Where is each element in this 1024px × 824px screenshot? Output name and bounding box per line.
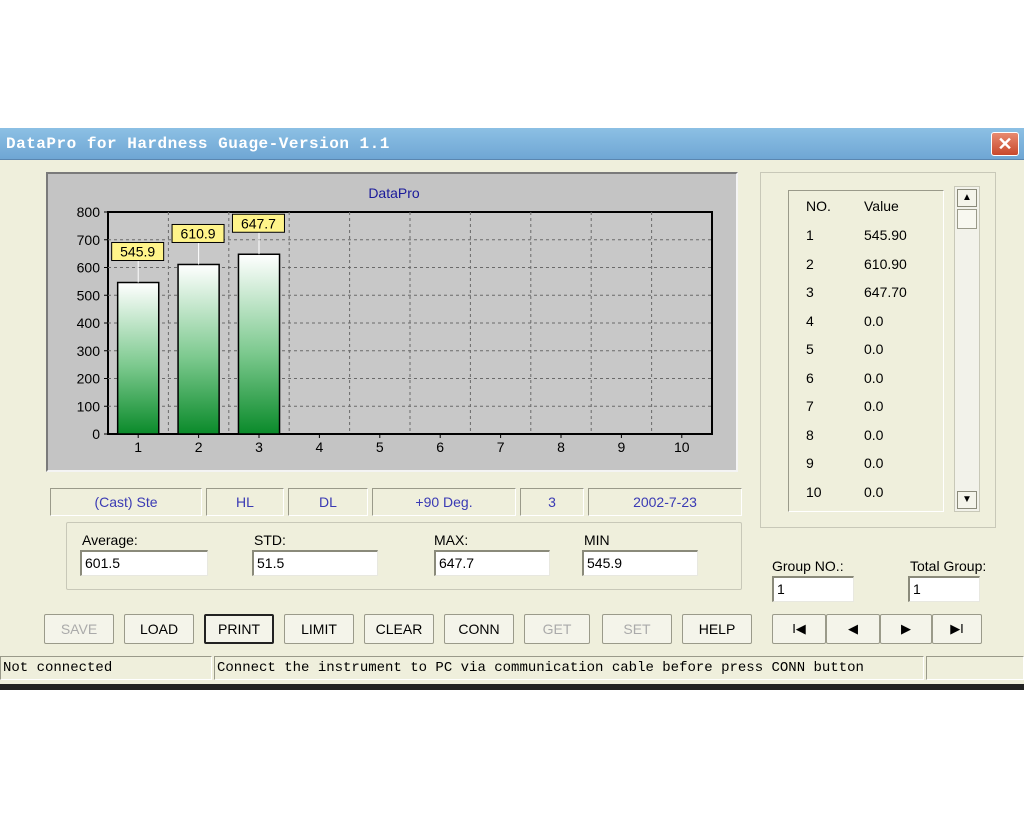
group-no-input[interactable]: 1: [772, 576, 854, 602]
table-cell-no: 8: [806, 426, 814, 443]
help-button[interactable]: HELP: [682, 614, 752, 644]
table-cell-value: 0.0: [864, 455, 884, 471]
table-cell-value: 0.0: [864, 312, 884, 329]
y-tick-label: 700: [77, 232, 101, 248]
average-value: 601.5: [80, 550, 208, 576]
table-cell-value: 0.0: [864, 426, 884, 443]
next-record-button[interactable]: ▶: [880, 614, 932, 644]
data-label: 545.9: [120, 244, 155, 260]
prev-record-button[interactable]: ◀: [826, 614, 880, 644]
print-button[interactable]: PRINT: [204, 614, 274, 644]
status-connection: Not connected: [0, 656, 212, 680]
table-cell-no: 10: [806, 483, 822, 500]
min-value: 545.9: [582, 550, 698, 576]
window-title: DataPro for Hardness Guage-Version 1.1: [6, 135, 390, 153]
table-cell-no: 7: [806, 398, 814, 414]
table-cell-value: 0.0: [864, 369, 884, 386]
table-cell-value: 0.0: [864, 398, 884, 414]
std-value: 51.5: [252, 550, 378, 576]
count-field: 3: [520, 488, 584, 516]
x-tick-label: 1: [134, 439, 142, 455]
y-tick-label: 0: [92, 426, 100, 442]
x-tick-label: 2: [195, 439, 203, 455]
x-tick-label: 6: [436, 439, 444, 455]
date-field: 2002-7-23: [588, 488, 742, 516]
limit-button[interactable]: LIMIT: [284, 614, 354, 644]
scroll-thumb[interactable]: [957, 209, 977, 229]
x-tick-label: 5: [376, 439, 384, 455]
status-extra: [926, 656, 1024, 680]
x-tick-label: 3: [255, 439, 263, 455]
table-header-value: Value: [864, 198, 899, 214]
close-button[interactable]: ✕: [991, 132, 1019, 156]
table-cell-value: 647.70: [864, 284, 907, 300]
scale1-field: HL: [206, 488, 284, 516]
std-label: STD:: [254, 532, 286, 548]
scroll-up-icon[interactable]: ▲: [957, 189, 977, 207]
average-label: Average:: [82, 532, 138, 548]
table-header-no: NO.: [806, 198, 831, 214]
bar-chart: 0 100 200 300 400 500 600 700 800 1 2 3 4 5 6 7 8 9 10 545.…: [77, 185, 713, 455]
table-cell-value: 0.0: [864, 483, 884, 500]
data-label: 610.9: [181, 225, 216, 241]
material-field: (Cast) Ste: [50, 488, 202, 516]
status-message: Connect the instrument to PC via communi…: [214, 656, 924, 680]
save-button[interactable]: SAVE: [44, 614, 114, 644]
conn-button[interactable]: CONN: [444, 614, 514, 644]
x-tick-label: 8: [557, 439, 565, 455]
scroll-down-icon[interactable]: ▼: [957, 491, 977, 509]
clear-button[interactable]: CLEAR: [364, 614, 434, 644]
group-no-label: Group NO.:: [772, 558, 844, 574]
min-label: MIN: [584, 532, 610, 548]
scale2-field: DL: [288, 488, 368, 516]
bar: [177, 263, 220, 435]
table-cell-no: 6: [806, 369, 814, 386]
y-tick-label: 400: [77, 315, 101, 331]
table-cell-no: 1: [806, 227, 814, 243]
y-tick-label: 200: [77, 371, 101, 387]
get-button[interactable]: GET: [524, 614, 590, 644]
bar: [237, 253, 281, 435]
y-tick-label: 100: [77, 398, 101, 414]
table-cell-no: 5: [806, 341, 814, 357]
table-cell-value: 0.0: [864, 341, 884, 357]
max-value: 647.7: [434, 550, 550, 576]
table-cell-no: 2: [806, 255, 814, 272]
first-record-button[interactable]: I◀: [772, 614, 826, 644]
table-cell-no: 9: [806, 455, 814, 471]
x-tick-label: 7: [497, 439, 505, 455]
table-cell-no: 4: [806, 312, 814, 329]
chart-panel: 0 100 200 300 400 500 600 700 800 1 2 3 4 5 6 7 8 9 10 545.…: [46, 172, 738, 472]
load-button[interactable]: LOAD: [124, 614, 194, 644]
y-tick-label: 800: [77, 204, 101, 220]
x-tick-label: 9: [618, 439, 626, 455]
data-label: 647.7: [241, 215, 276, 231]
last-record-button[interactable]: ▶I: [932, 614, 982, 644]
x-tick-label: 10: [674, 439, 690, 455]
chart-title: DataPro: [368, 185, 420, 201]
set-button[interactable]: SET: [602, 614, 672, 644]
table-cell-no: 3: [806, 284, 814, 300]
total-group-label: Total Group:: [910, 558, 987, 574]
title-bar[interactable]: DataPro for Hardness Guage-Version 1.1 ✕: [0, 128, 1024, 160]
table-scrollbar[interactable]: ▲ ▼: [954, 186, 980, 512]
max-label: MAX:: [434, 532, 469, 548]
table-cell-value: 610.90: [864, 255, 907, 272]
table-cell-value: 545.90: [864, 227, 907, 243]
total-group-input[interactable]: 1: [908, 576, 980, 602]
y-tick-label: 600: [77, 260, 101, 276]
taskbar-edge: [0, 684, 1024, 690]
x-tick-label: 4: [316, 439, 324, 455]
y-tick-label: 300: [77, 343, 101, 359]
y-tick-label: 500: [77, 287, 101, 303]
bar: [116, 281, 160, 435]
direction-field: +90 Deg.: [372, 488, 516, 516]
